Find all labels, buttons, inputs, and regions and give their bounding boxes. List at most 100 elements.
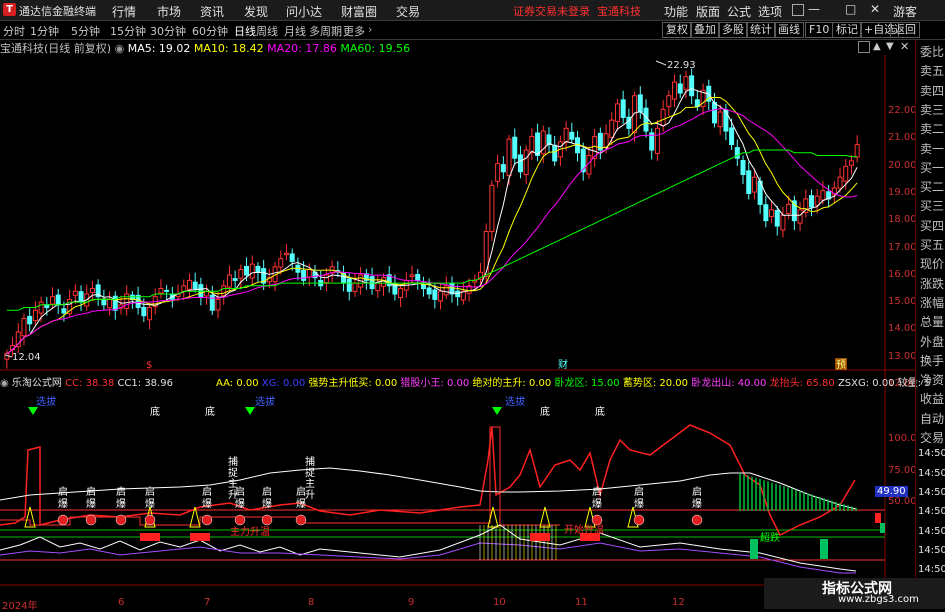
menu-wenxiaoda[interactable]: 问小达 bbox=[286, 3, 322, 20]
financial-report-marker[interactable]: 财 bbox=[558, 358, 568, 371]
candle-body[interactable] bbox=[689, 75, 695, 97]
forecast-marker[interactable]: 预 bbox=[836, 359, 846, 371]
period-5min[interactable]: 5分钟 bbox=[71, 23, 100, 39]
candle-body[interactable] bbox=[306, 269, 312, 278]
side-panel-item[interactable]: 净资 bbox=[920, 371, 944, 388]
menu-gongshi[interactable]: 公式 bbox=[727, 3, 751, 20]
side-panel-item[interactable]: 交易 bbox=[920, 429, 944, 446]
candle-body[interactable] bbox=[820, 190, 826, 201]
duogu-button[interactable]: 多股 bbox=[718, 22, 748, 38]
candle-body[interactable] bbox=[620, 99, 626, 118]
candle-body[interactable] bbox=[352, 282, 358, 292]
candle-body[interactable] bbox=[346, 278, 352, 292]
menu-gongneng[interactable]: 功能 bbox=[664, 3, 688, 20]
menu-xuanxiang[interactable]: 选项 bbox=[758, 3, 782, 20]
side-panel-item[interactable]: 涨跌 bbox=[920, 275, 944, 292]
side-panel-item[interactable]: 14:50 bbox=[918, 526, 945, 537]
candle-body[interactable] bbox=[369, 276, 375, 290]
candle-body[interactable] bbox=[164, 289, 170, 292]
menu-caifuquan[interactable]: 财富圈 bbox=[341, 3, 377, 20]
close-icon[interactable]: ✕ bbox=[870, 2, 880, 16]
candle-body[interactable] bbox=[244, 265, 250, 276]
side-panel-item[interactable]: 买五 bbox=[920, 236, 944, 253]
chart-up-icon[interactable]: ▲ bbox=[873, 41, 881, 52]
candle-body[interactable] bbox=[278, 258, 284, 268]
candle-body[interactable] bbox=[181, 285, 187, 292]
period-weekly[interactable]: 周线 bbox=[256, 23, 278, 39]
kline-chart[interactable]: 22.93 12.04 $ 财 预 底 底 底 底启爆启爆启爆启爆启爆启爆启爆启… bbox=[0, 55, 915, 610]
chart-down-icon[interactable]: ▼ bbox=[886, 41, 894, 52]
candle-body[interactable] bbox=[763, 204, 769, 222]
period-1min[interactable]: 1分钟 bbox=[30, 23, 59, 39]
side-panel-item[interactable]: 外盘 bbox=[920, 333, 944, 350]
candle-body[interactable] bbox=[609, 119, 615, 138]
candle-body[interactable] bbox=[443, 285, 449, 296]
minimize-icon[interactable]: — bbox=[808, 2, 820, 16]
menu-faxian[interactable]: 发现 bbox=[244, 3, 268, 20]
candle-body[interactable] bbox=[563, 127, 569, 143]
candle-body[interactable] bbox=[415, 273, 421, 281]
candle-body[interactable] bbox=[323, 274, 329, 284]
candle-body[interactable] bbox=[27, 315, 33, 325]
side-panel-item[interactable]: 现价 bbox=[920, 255, 944, 272]
candle-body[interactable] bbox=[249, 263, 255, 279]
candle-body[interactable] bbox=[375, 282, 381, 292]
side-panel-item[interactable]: 卖二 bbox=[920, 120, 944, 137]
candle-body[interactable] bbox=[107, 298, 113, 309]
fuquan-button[interactable]: 复权 bbox=[662, 22, 692, 38]
candle-body[interactable] bbox=[238, 269, 244, 279]
candle-body[interactable] bbox=[38, 301, 44, 314]
more-chevron-icon[interactable]: › bbox=[368, 23, 372, 36]
candle-body[interactable] bbox=[808, 195, 814, 208]
candle-body[interactable] bbox=[837, 176, 843, 189]
candle-body[interactable] bbox=[643, 107, 649, 132]
candle-body[interactable] bbox=[711, 101, 717, 124]
candle-body[interactable] bbox=[529, 135, 535, 154]
menu-jiaoyi[interactable]: 交易 bbox=[396, 3, 420, 20]
candle-body[interactable] bbox=[409, 274, 415, 277]
candle-body[interactable] bbox=[198, 284, 204, 298]
candle-body[interactable] bbox=[797, 209, 803, 224]
side-panel-item[interactable]: 买三 bbox=[920, 197, 944, 214]
side-panel-item[interactable]: 自动 bbox=[920, 410, 944, 427]
side-panel-item[interactable]: 卖四 bbox=[920, 82, 944, 99]
candle-body[interactable] bbox=[135, 294, 141, 309]
candle-body[interactable] bbox=[398, 288, 404, 299]
candle-body[interactable] bbox=[660, 108, 666, 127]
candle-body[interactable] bbox=[78, 291, 84, 303]
candle-body[interactable] bbox=[55, 294, 61, 306]
chart-settings-icon[interactable] bbox=[858, 41, 870, 53]
chart-close-icon[interactable]: ✕ bbox=[900, 40, 909, 53]
candle-body[interactable] bbox=[426, 287, 432, 295]
biaoji-button[interactable]: 标记 bbox=[832, 22, 862, 38]
broker-notice[interactable]: 证券交易未登录 宝通科技 bbox=[513, 3, 641, 19]
side-panel-item[interactable]: 14:50 bbox=[918, 545, 945, 556]
candle-body[interactable] bbox=[677, 83, 683, 94]
candle-body[interactable] bbox=[854, 144, 860, 158]
side-panel-item[interactable]: 14:50 bbox=[918, 448, 945, 459]
candle-body[interactable] bbox=[226, 274, 232, 288]
candle-body[interactable] bbox=[101, 298, 107, 306]
side-panel-item[interactable]: 卖三 bbox=[920, 101, 944, 118]
side-panel-item[interactable]: 卖一 bbox=[920, 140, 944, 157]
candle-body[interactable] bbox=[637, 94, 643, 113]
candle-body[interactable] bbox=[72, 290, 78, 296]
guest-label[interactable]: 游客 bbox=[893, 3, 917, 20]
candle-body[interactable] bbox=[723, 109, 729, 132]
side-panel-item[interactable]: 收益 bbox=[920, 390, 944, 407]
side-panel-item[interactable]: 委比 bbox=[920, 43, 944, 60]
candle-body[interactable] bbox=[489, 184, 495, 233]
window-restore-icon[interactable] bbox=[792, 4, 804, 16]
side-panel-item[interactable]: 14:50 bbox=[918, 468, 945, 479]
side-panel-item[interactable]: 买四 bbox=[920, 217, 944, 234]
candle-body[interactable] bbox=[32, 309, 38, 322]
candle-body[interactable] bbox=[89, 288, 95, 294]
candle-body[interactable] bbox=[301, 270, 307, 281]
candle-body[interactable] bbox=[751, 176, 757, 193]
period-multi[interactable]: 多周期 bbox=[309, 23, 342, 39]
candle-body[interactable] bbox=[50, 296, 56, 305]
candle-body[interactable] bbox=[221, 285, 227, 296]
candle-body[interactable] bbox=[729, 127, 735, 146]
settings-circle-icon[interactable]: ◉ bbox=[115, 42, 125, 55]
menu-shichang[interactable]: 市场 bbox=[157, 3, 181, 20]
